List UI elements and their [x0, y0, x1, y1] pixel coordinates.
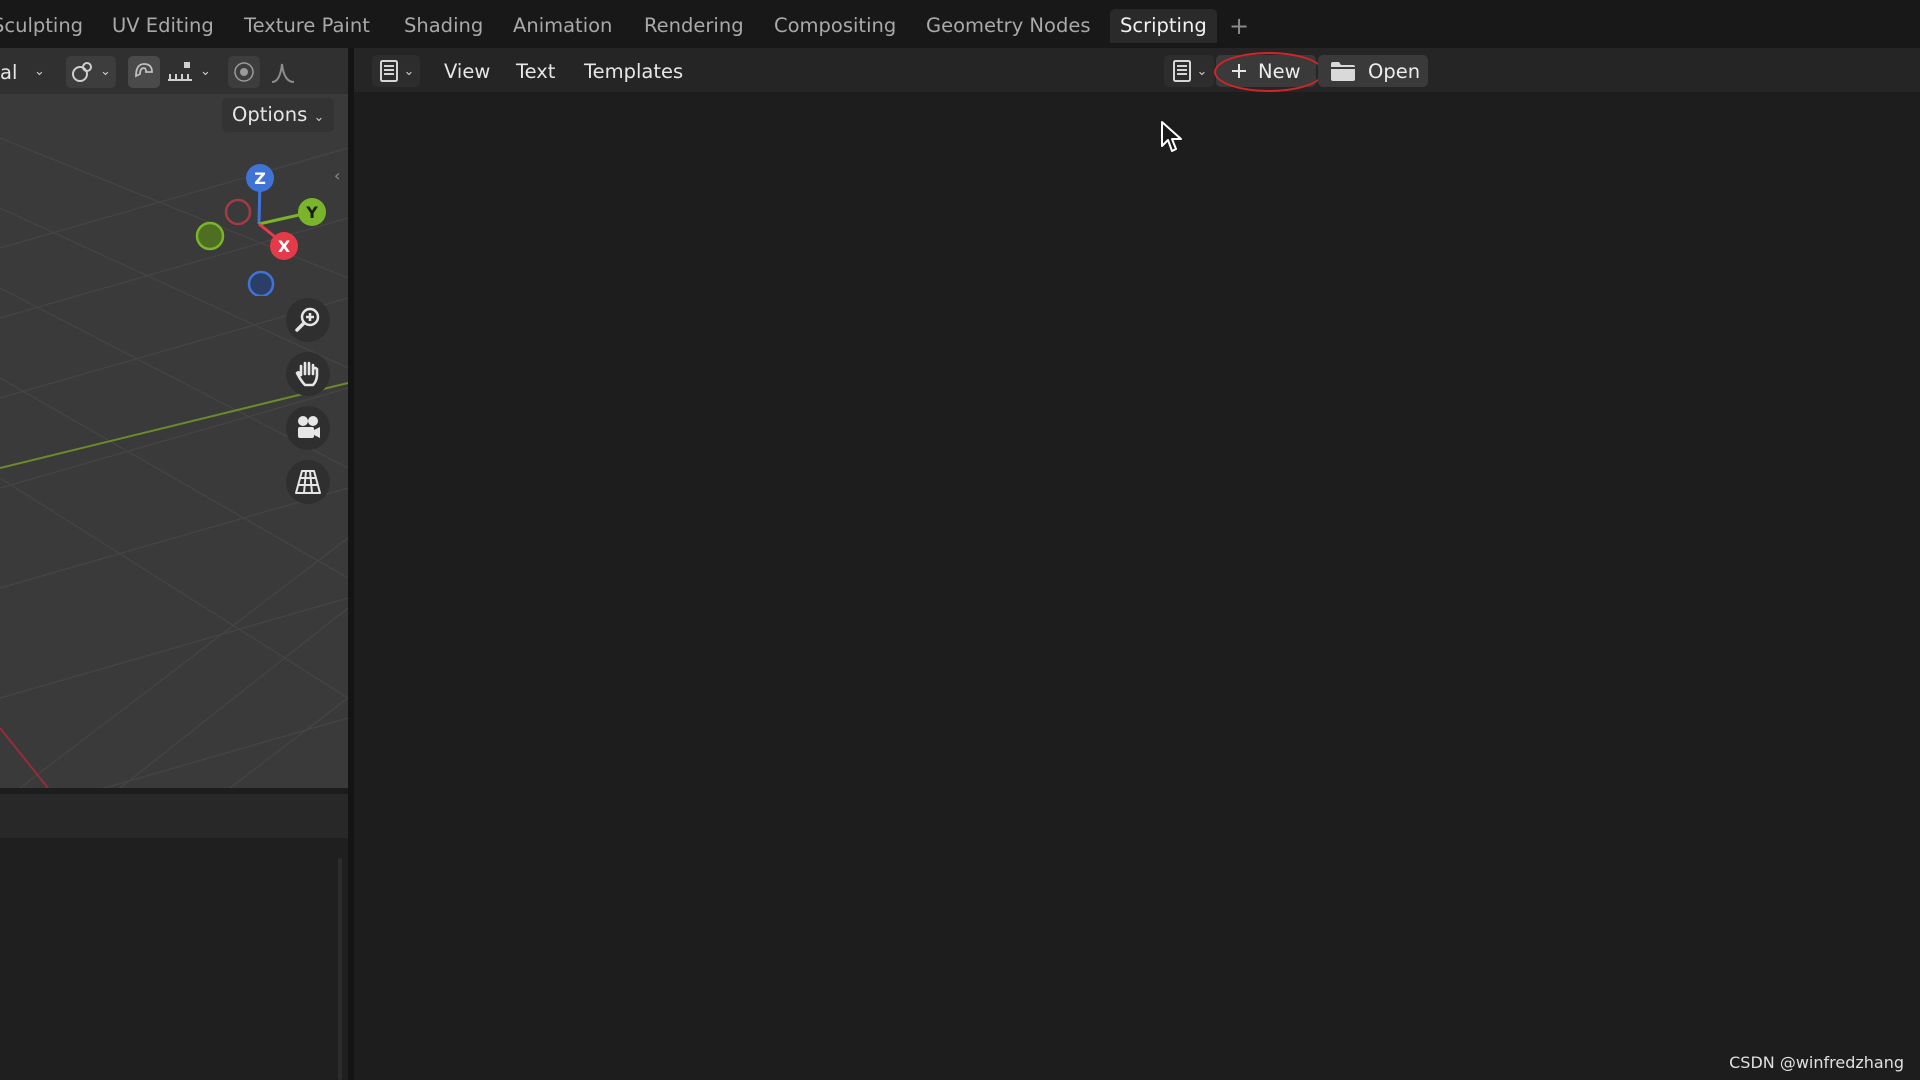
z-axis-label: Z: [254, 169, 266, 188]
grid-perspective-icon: [295, 470, 321, 494]
watermark: CSDN @winfredzhang: [1729, 1053, 1904, 1072]
text-editor-area[interactable]: ⌄ View Text Templates ⌄ New Open: [354, 48, 1920, 1080]
snap-increment-icon[interactable]: [166, 58, 194, 86]
negative-y-axis-handle[interactable]: [195, 221, 225, 251]
left-panel-header: [0, 794, 348, 838]
navigation-gizmo[interactable]: Z Y X: [186, 156, 336, 296]
editor-type-dropdown[interactable]: ⌄: [372, 55, 420, 87]
pan-button[interactable]: [286, 352, 330, 396]
left-lower-panel: [0, 838, 348, 1080]
chevron-down-icon[interactable]: ⌄: [200, 64, 211, 79]
open-text-button[interactable]: Open: [1318, 55, 1428, 87]
tab-uv-editing[interactable]: UV Editing: [102, 9, 224, 43]
red-highlight-ellipse: [1214, 52, 1324, 92]
tab-geometry-nodes[interactable]: Geometry Nodes: [916, 9, 1100, 43]
chevron-down-icon: ⌄: [1196, 63, 1208, 79]
chevron-down-icon: ⌄: [313, 110, 325, 125]
menu-text[interactable]: Text: [516, 58, 555, 86]
hand-pan-icon: [295, 361, 319, 387]
3d-viewport[interactable]: al ⌄ ⌄ ⌄ Options ⌄ ‹ Z Y X: [0, 48, 348, 788]
text-editor-header: ⌄ View Text Templates ⌄ New Open: [354, 48, 1920, 92]
negative-x-axis-handle[interactable]: [224, 198, 252, 226]
viewport-header: al ⌄ ⌄ ⌄: [0, 48, 348, 94]
tab-rendering[interactable]: Rendering: [634, 9, 754, 43]
tab-sculpting[interactable]: Sculpting: [0, 9, 93, 43]
text-editor-icon: [379, 60, 398, 82]
proportional-edit-icon[interactable]: [232, 58, 256, 86]
left-panel-scrollbar[interactable]: [338, 858, 342, 1080]
zoom-button[interactable]: [286, 298, 330, 342]
camera-view-button[interactable]: [286, 406, 330, 450]
snap-magnet-icon[interactable]: [132, 58, 156, 86]
add-workspace-button[interactable]: +: [1226, 9, 1252, 43]
tab-compositing[interactable]: Compositing: [764, 9, 906, 43]
tab-scripting[interactable]: Scripting: [1110, 9, 1217, 43]
tab-animation[interactable]: Animation: [503, 9, 622, 43]
folder-icon: [1331, 62, 1355, 81]
chevron-down-icon[interactable]: ⌄: [34, 64, 45, 79]
mouse-pointer-icon: [1161, 121, 1182, 152]
open-button-label: Open: [1368, 59, 1421, 83]
menu-view[interactable]: View: [444, 58, 490, 86]
options-label: Options: [232, 103, 308, 126]
mode-label[interactable]: al: [0, 61, 17, 84]
chevron-down-icon[interactable]: ⌄: [100, 64, 111, 79]
text-block-browse-dropdown[interactable]: ⌄: [1164, 55, 1214, 87]
chevron-down-icon: ⌄: [403, 63, 415, 79]
zoom-icon: [295, 307, 320, 332]
perspective-toggle-button[interactable]: [286, 460, 330, 504]
falloff-curve-icon[interactable]: [270, 58, 300, 86]
y-axis-label: Y: [305, 203, 318, 222]
pivot-icon[interactable]: [70, 58, 94, 86]
menu-templates[interactable]: Templates: [584, 58, 683, 86]
tab-shading[interactable]: Shading: [394, 9, 493, 43]
x-axis-label: X: [278, 237, 291, 256]
negative-z-axis-handle[interactable]: [247, 270, 275, 296]
text-editor-icon: [1172, 60, 1191, 82]
camera-icon: [298, 416, 320, 438]
tab-texture-paint[interactable]: Texture Paint: [234, 9, 380, 43]
workspace-tab-bar: Sculpting UV Editing Texture Paint Shadi…: [0, 0, 1920, 48]
options-dropdown[interactable]: Options ⌄: [222, 98, 335, 132]
